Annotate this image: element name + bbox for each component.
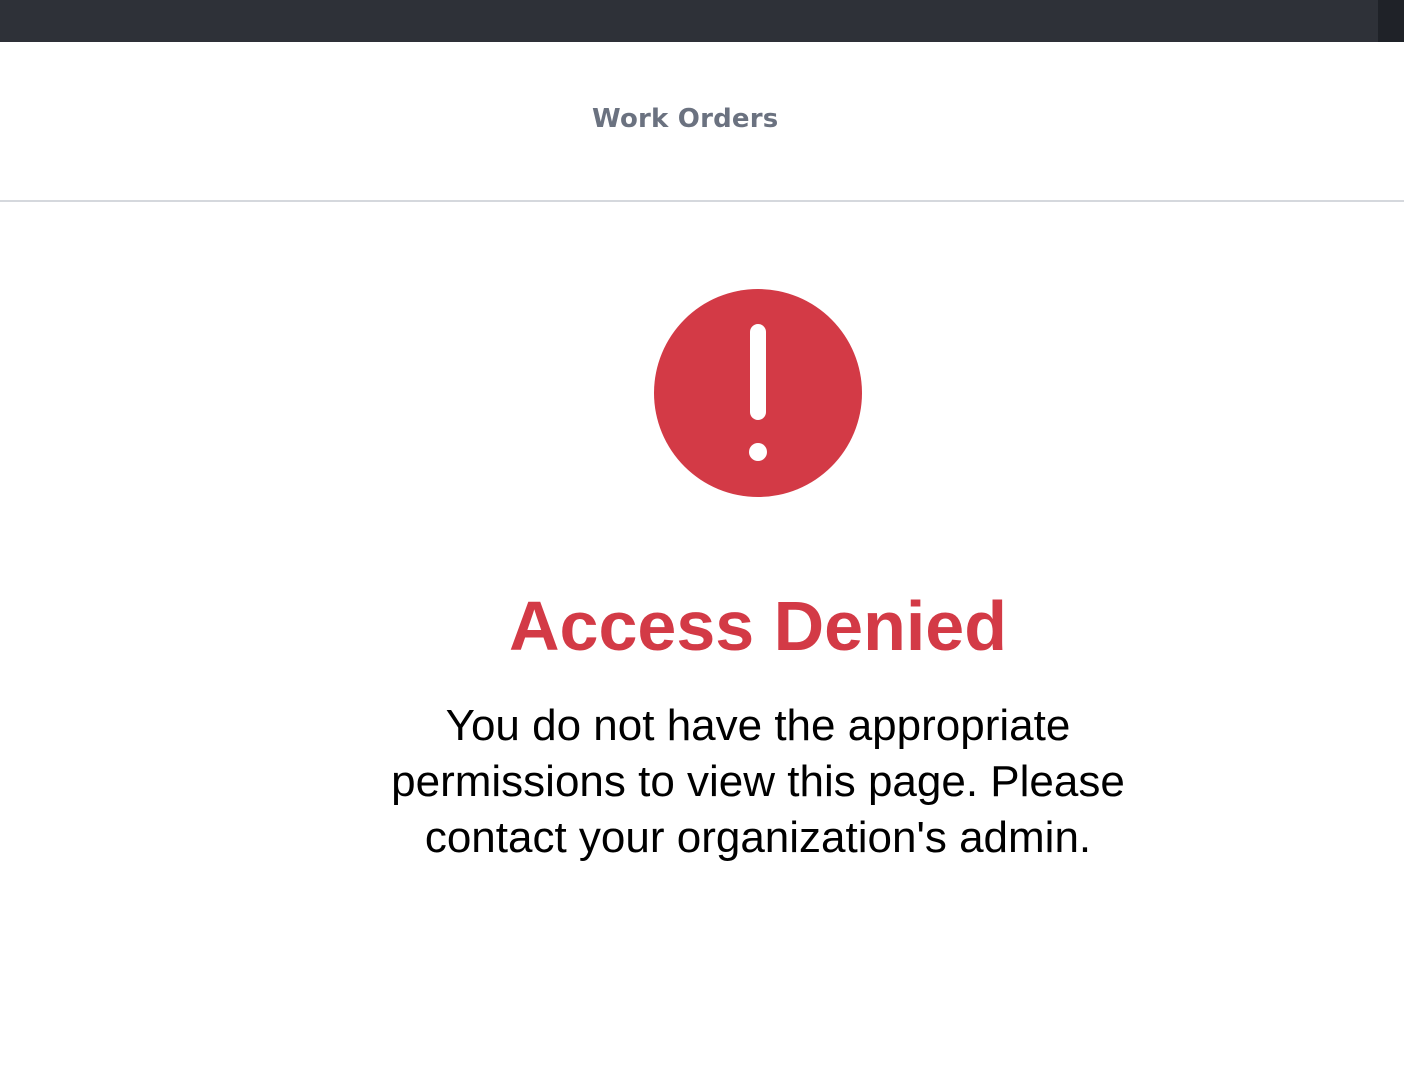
error-message: You do not have the appropriate permissi… — [391, 701, 1125, 862]
tab-work-orders[interactable]: Work Orders — [592, 104, 778, 134]
top-app-bar — [0, 0, 1404, 42]
page-header: Work Orders — [0, 42, 1404, 202]
exclamation-circle-icon — [653, 288, 863, 498]
main-content: Access Denied You do not have the approp… — [0, 202, 1404, 1086]
error-title: Access Denied — [508, 587, 1008, 665]
top-app-bar-edge — [1378, 0, 1404, 42]
